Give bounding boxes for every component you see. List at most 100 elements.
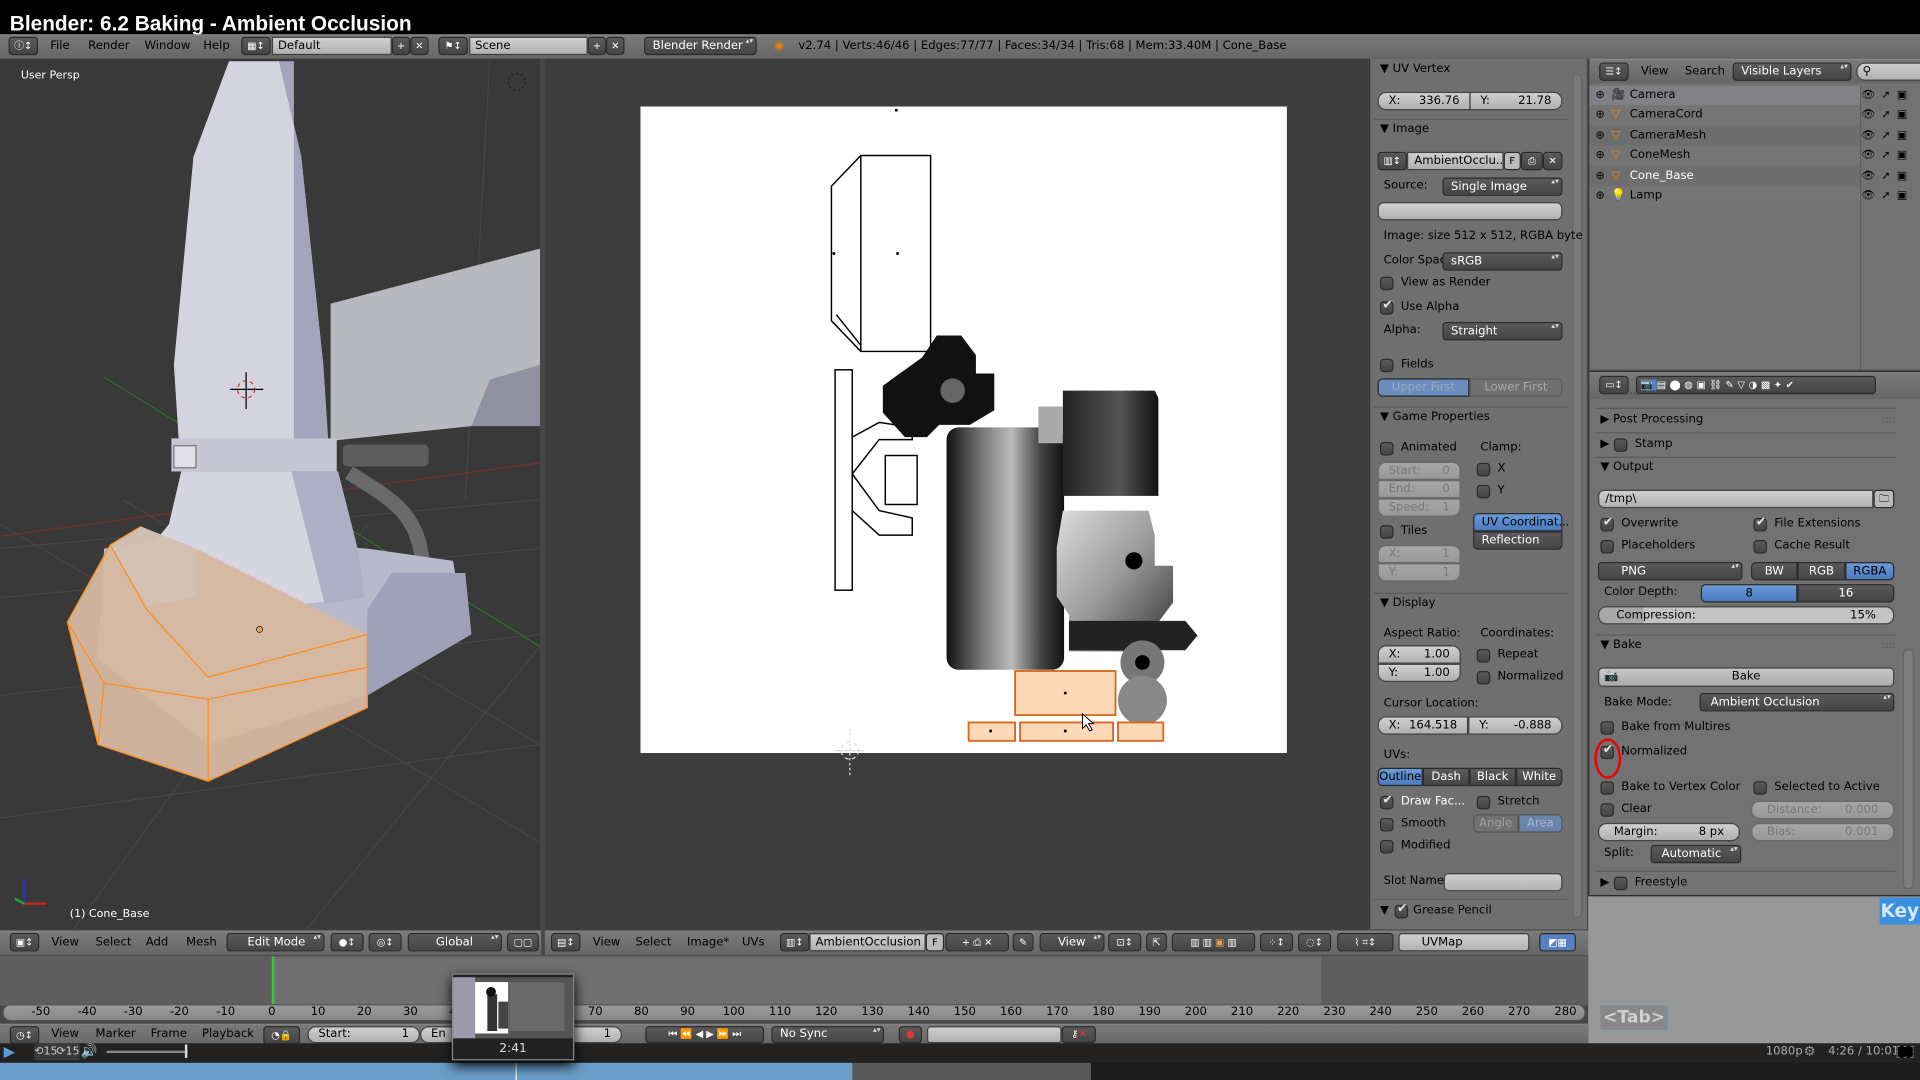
use-alpha-checkbox[interactable] [1380,299,1394,315]
alpha-dropdown[interactable]: Straight [1442,322,1563,341]
orientation-dropdown[interactable]: Global [407,933,503,952]
3d-menu-select[interactable]: Select [96,934,132,951]
outliner-item-camera[interactable]: ⊕ 🎥 Camera 👁➚▣ [1589,85,1907,106]
open-image-icon[interactable]: ⎙ [1520,151,1543,171]
selection-mode-icons[interactable]: ▥ ▥ ▣ ▥ [1171,933,1256,952]
timeline-menu-view[interactable]: View [51,1026,79,1043]
image-browse-icon[interactable]: ▥↕ [1377,151,1407,171]
repeat-checkbox[interactable] [1476,648,1491,663]
panel-performance[interactable]: Performance [1614,392,1676,399]
preview-range-icons[interactable]: ◔🔒 [263,1026,301,1045]
view-mode-dropdown[interactable]: View [1039,933,1105,952]
smooth-checkbox[interactable] [1380,817,1394,832]
panel-stamp[interactable]: ▶ [1600,435,1609,455]
file-format-dropdown[interactable]: PNG [1597,562,1743,581]
overwrite-checkbox[interactable] [1600,516,1614,532]
uv-menu-select[interactable]: Select [636,934,672,951]
play-icon[interactable]: ▶ [4,1043,15,1060]
draw-faces-checkbox[interactable] [1380,793,1394,810]
panel-uv-vertex[interactable]: ▼ UV Vertex [1380,60,1450,80]
unlink-image-icon[interactable]: ✕ [1542,151,1563,171]
source-dropdown[interactable]: Single Image [1442,177,1563,196]
render-tab-icon[interactable]: 📷 [1640,379,1657,391]
panel-freestyle[interactable]: ▶ [1600,873,1609,893]
restrict-icons[interactable]: 👁➚▣ [1861,126,1920,146]
add-scene-icon[interactable]: + [587,36,607,56]
channels-bw[interactable]: BW [1751,562,1798,581]
tiles-y-field[interactable]: Y: 1 [1377,563,1461,582]
object-name[interactable]: ConeMesh [1630,146,1690,166]
cursor-y-field[interactable]: Y: -0.888 [1468,716,1563,735]
panel-image[interactable]: ▼ Image [1380,120,1429,140]
expand-icon[interactable]: ⊕ [1596,106,1605,126]
upper-first-button[interactable]: Upper First [1377,378,1470,397]
outliner-menu-view[interactable]: View [1641,64,1669,81]
compression-slider[interactable]: Compression: 15% [1597,606,1895,625]
bias-field[interactable]: Bias: 0.001 [1751,822,1895,842]
menu-window[interactable]: Window [144,38,190,55]
fields-checkbox[interactable] [1380,358,1394,373]
normalized-coords-checkbox[interactable] [1476,671,1491,685]
channels-rgba[interactable]: RGBA [1845,562,1895,581]
aspect-y-field[interactable]: Y: 1.00 [1377,663,1461,683]
skip-forward-15-icon[interactable]: ⟳15 [56,1043,80,1061]
restrict-icons[interactable]: 👁➚▣ [1861,106,1920,126]
n-panel-scrollbar[interactable] [1572,73,1583,919]
uv-editor-type-icon[interactable]: ▤↕ [551,933,581,952]
tiles-x-field[interactable]: X: 1 [1377,544,1461,564]
split-dropdown[interactable]: Automatic [1650,844,1742,864]
file-extensions-checkbox[interactable] [1753,516,1767,532]
grease-pencil-checkbox[interactable] [1394,902,1409,919]
timeline-menu-marker[interactable]: Marker [96,1026,136,1043]
cursor-x-field[interactable]: X: 164.518 [1377,716,1469,735]
view-as-render-checkbox[interactable] [1380,276,1394,291]
manipulator-icon[interactable]: ▢▢ [506,933,539,952]
panel-post-processing[interactable]: ▶ Post Processing [1600,410,1703,430]
output-path-field[interactable]: /tmp\ [1597,489,1874,509]
uv-style-outline[interactable]: Outline [1377,767,1423,787]
pin-icon[interactable]: ✎ [1012,933,1034,952]
timeline-type-icon[interactable]: ◷↕ [9,1026,40,1045]
color-space-dropdown[interactable]: sRGB [1442,252,1563,271]
volume-handle[interactable] [184,1044,188,1058]
image-name-field[interactable]: AmbientOcclu... [1406,151,1507,171]
3d-menu-mesh[interactable]: Mesh [186,934,217,951]
stretch-checkbox[interactable] [1476,795,1491,810]
outliner-type-icon[interactable]: ☰↕ [1599,62,1629,81]
3d-editor-type-icon[interactable]: ▣↕ [9,933,40,952]
bake-from-multires-checkbox[interactable] [1600,721,1614,735]
mapping-uv-coordinates[interactable]: UV Coordinat... [1473,513,1570,532]
restrict-icons[interactable]: 👁➚▣ [1861,146,1920,166]
scene-field[interactable]: Scene [468,36,588,56]
speed-field[interactable]: Speed: 1 [1377,498,1461,517]
image-actions-icon[interactable]: + ⎙ ✕ [945,933,1009,952]
delete-layout-icon[interactable]: ✕ [410,36,429,56]
uv-style-dash[interactable]: Dash [1422,767,1470,787]
snap-icons[interactable]: ⌇ ⌗↕ [1337,933,1394,952]
animated-checkbox[interactable] [1380,442,1394,456]
stretch-area-button[interactable]: Area [1518,814,1563,833]
menu-file[interactable]: File [50,38,69,55]
delete-scene-icon[interactable]: ✕ [606,36,625,56]
fake-user-toggle[interactable]: F [925,933,945,952]
object-name[interactable]: CameraMesh [1630,126,1706,146]
panel-bake[interactable]: ▼ Bake [1600,636,1641,656]
uv-style-black[interactable]: Black [1469,767,1516,787]
image-browse-icon[interactable]: ▥↕ [780,933,810,952]
record-icon[interactable]: ● [898,1026,923,1044]
restrict-icons[interactable]: 👁➚▣ [1861,166,1920,186]
outliner-item-cone_base[interactable]: ⊕ ▽ Cone_Base 👁➚▣ [1589,166,1907,186]
slot-name-field[interactable] [1443,873,1563,892]
outliner-item-cameracord[interactable]: ⊕ ▽ CameraCord 👁➚▣ [1589,105,1907,126]
timeline-ruler[interactable] [2,1004,1586,1022]
uv-style-white[interactable]: White [1515,767,1563,787]
tiles-checkbox[interactable] [1380,525,1394,539]
display-mode-dropdown[interactable]: Visible Layers [1732,62,1852,81]
outliner-item-cameramesh[interactable]: ⊕ ▽ CameraMesh 👁➚▣ [1589,125,1907,146]
timeline-menu-playback[interactable]: Playback [202,1026,254,1043]
settings-gear-icon[interactable]: ⚙ [1804,1043,1816,1060]
sync-mode-dropdown[interactable]: No Sync [771,1026,885,1044]
layout-icon[interactable]: ▦↕ [241,36,271,56]
object-name[interactable]: CameraCord [1630,106,1703,126]
panel-grease-pencil[interactable]: ▼ [1380,901,1389,921]
